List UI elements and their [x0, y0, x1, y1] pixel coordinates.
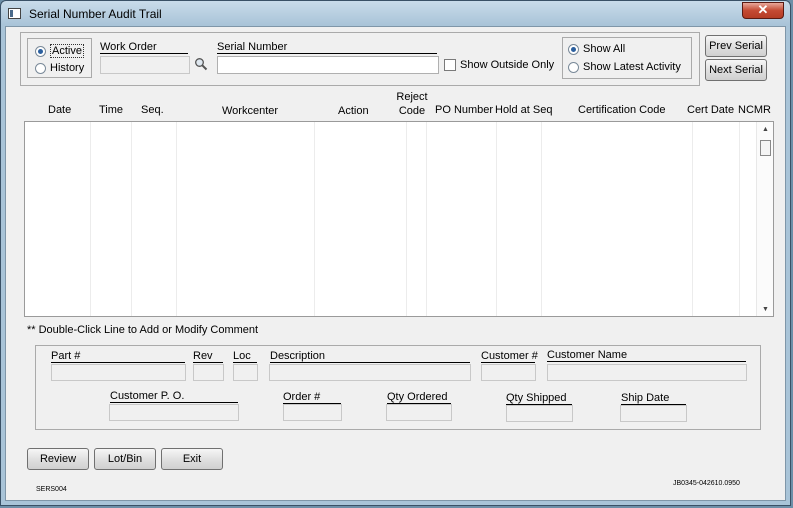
part-number-field [51, 364, 186, 381]
grid-column-divider [90, 122, 91, 316]
history-radio-dot[interactable] [35, 62, 46, 74]
title-bar[interactable]: Serial Number Audit Trail ✕ [1, 1, 790, 27]
ship-date-label: Ship Date [621, 392, 686, 405]
grid-column-divider [176, 122, 177, 316]
column-header-reject-top[interactable]: Reject [394, 91, 430, 103]
loc-label: Loc [233, 350, 257, 363]
show-all-radio-label: Show All [583, 43, 626, 55]
qty-shipped-field [506, 405, 573, 422]
grid-hint-text: ** Double-Click Line to Add or Modify Co… [27, 324, 259, 336]
show-latest-radio-dot[interactable] [568, 61, 579, 73]
grid-column-divider [496, 122, 497, 316]
column-header-reject-code[interactable]: Code [394, 105, 430, 117]
audit-trail-grid[interactable]: ▲ ▼ [24, 121, 774, 317]
ship-date-field [620, 405, 687, 422]
next-serial-button[interactable]: Next Serial [705, 59, 767, 81]
work-order-input[interactable] [100, 56, 190, 74]
form-id-text: SERS004 [36, 486, 67, 493]
show-all-radio-dot[interactable] [568, 43, 579, 55]
scroll-up-arrow-icon[interactable]: ▲ [762, 126, 769, 133]
scroll-down-arrow-icon[interactable]: ▼ [762, 306, 769, 313]
order-number-field [283, 404, 342, 421]
next-serial-button-label: Next Serial [709, 64, 763, 76]
client-area: Active History Work Order Serial Number … [5, 26, 786, 501]
grid-column-divider [406, 122, 407, 316]
customer-po-field [109, 404, 239, 421]
app-icon [8, 8, 21, 19]
activity-filter-group: Show All Show Latest Activity [562, 37, 692, 79]
qty-ordered-field [386, 404, 452, 421]
serial-number-input[interactable] [217, 56, 439, 74]
column-header-workcenter[interactable]: Workcenter [222, 105, 278, 117]
active-radio[interactable]: Active [35, 44, 84, 58]
description-label: Description [270, 350, 470, 363]
loc-field [233, 364, 258, 381]
lot-bin-button[interactable]: Lot/Bin [94, 448, 156, 470]
search-icon[interactable] [194, 57, 208, 71]
grid-column-divider [314, 122, 315, 316]
history-radio-label: History [50, 62, 85, 74]
show-all-radio[interactable]: Show All [568, 43, 625, 55]
rev-label: Rev [193, 350, 223, 363]
grid-column-divider [692, 122, 693, 316]
mode-group: Active History [27, 38, 92, 78]
column-header-action[interactable]: Action [338, 105, 369, 117]
show-outside-only-label: Show Outside Only [460, 59, 555, 71]
customer-name-label: Customer Name [547, 349, 746, 362]
column-header-time[interactable]: Time [99, 104, 123, 116]
customer-po-label: Customer P. O. [110, 390, 238, 403]
review-button[interactable]: Review [27, 448, 89, 470]
column-header-cert-date[interactable]: Cert Date [687, 104, 734, 116]
column-header-seq[interactable]: Seq. [141, 104, 164, 116]
prev-serial-button-label: Prev Serial [709, 40, 763, 52]
prev-serial-button[interactable]: Prev Serial [705, 35, 767, 57]
customer-number-label: Customer # [481, 350, 538, 363]
column-header-date[interactable]: Date [48, 104, 71, 116]
work-order-label: Work Order [100, 41, 188, 54]
exit-button[interactable]: Exit [161, 448, 223, 470]
part-number-label: Part # [51, 350, 185, 363]
column-header-ncmr[interactable]: NCMR [738, 104, 771, 116]
active-radio-label: Active [50, 44, 84, 58]
build-id-text: JB0345-042610.0950 [673, 480, 740, 487]
order-number-label: Order # [283, 391, 341, 404]
show-latest-radio-label: Show Latest Activity [583, 61, 681, 73]
review-button-label: Review [39, 453, 77, 465]
column-header-hold-at-seq[interactable]: Hold at Seq [495, 104, 552, 116]
exit-button-label: Exit [182, 453, 202, 465]
grid-vertical-scrollbar[interactable]: ▲ ▼ [756, 122, 773, 316]
lot-bin-button-label: Lot/Bin [107, 453, 143, 465]
qty-ordered-label: Qty Ordered [387, 391, 451, 404]
close-button[interactable]: ✕ [742, 2, 784, 19]
window-title: Serial Number Audit Trail [29, 7, 162, 21]
column-header-certification-code[interactable]: Certification Code [578, 104, 665, 116]
customer-number-field [481, 364, 536, 381]
description-field [269, 364, 471, 381]
serial-number-label: Serial Number [217, 41, 437, 54]
qty-shipped-label: Qty Shipped [506, 392, 572, 405]
customer-name-field [547, 364, 747, 381]
grid-column-divider [739, 122, 740, 316]
history-radio[interactable]: History [35, 62, 84, 74]
active-radio-dot[interactable] [35, 45, 46, 57]
rev-field [193, 364, 224, 381]
grid-column-divider [426, 122, 427, 316]
grid-column-divider [541, 122, 542, 316]
app-window: Serial Number Audit Trail ✕ Active Histo… [0, 0, 791, 506]
show-latest-radio[interactable]: Show Latest Activity [568, 61, 681, 73]
grid-column-divider [131, 122, 132, 316]
column-header-po-number[interactable]: PO Number [435, 104, 493, 116]
scroll-thumb[interactable] [760, 140, 771, 156]
show-outside-only-checkbox[interactable] [444, 59, 456, 71]
